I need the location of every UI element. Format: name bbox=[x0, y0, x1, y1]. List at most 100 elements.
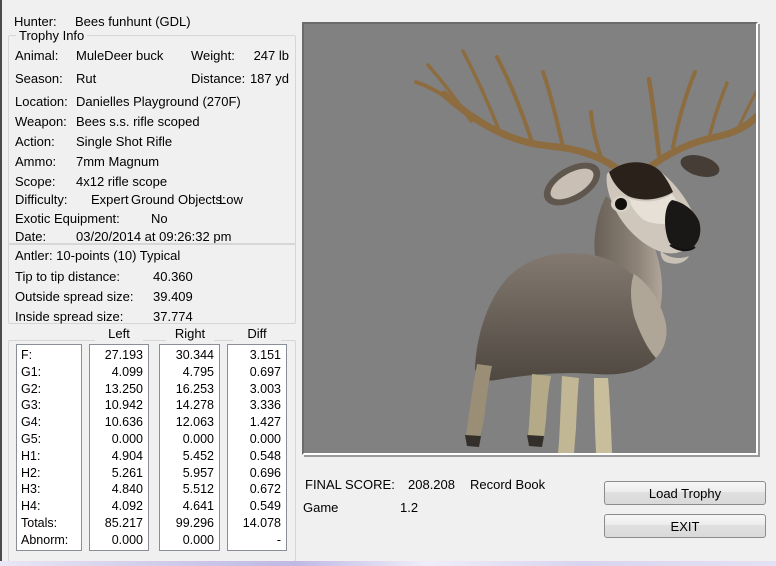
weight-value: 247 lb bbox=[239, 48, 289, 63]
measurement-cell-right: 4.795 bbox=[160, 364, 219, 381]
difficulty-label: Difficulty: bbox=[15, 192, 68, 207]
record-book-badge: Record Book bbox=[470, 477, 545, 492]
animal-value: MuleDeer buck bbox=[76, 48, 163, 63]
measurement-cell-right: 12.063 bbox=[160, 414, 219, 431]
animal-label: Animal: bbox=[15, 48, 58, 63]
measurement-cell-label: G5: bbox=[17, 431, 81, 448]
ammo-value: 7mm Magnum bbox=[76, 154, 159, 169]
date-value: 03/20/2014 at 09:26:32 pm bbox=[76, 229, 231, 244]
trophy-info-title: Trophy Info bbox=[16, 28, 87, 43]
hunter-value: Bees funhunt (GDL) bbox=[75, 14, 191, 29]
trophy-window: Hunter: Bees funhunt (GDL) Trophy Info A… bbox=[0, 0, 776, 566]
measurement-cell-diff: - bbox=[228, 532, 286, 549]
measurement-cell-diff: 0.697 bbox=[228, 364, 286, 381]
measurement-cell-right: 4.641 bbox=[160, 498, 219, 515]
difficulty-value: Expert bbox=[91, 192, 129, 207]
measurement-cell-diff: 14.078 bbox=[228, 515, 286, 532]
antler-summary: Antler: 10-points (10) Typical bbox=[15, 248, 180, 263]
measurement-cell-right: 5.512 bbox=[160, 481, 219, 498]
measurement-cell-label: G3: bbox=[17, 397, 81, 414]
measurement-cell-label: Abnorm: bbox=[17, 532, 81, 549]
measurement-cell-label: F: bbox=[17, 347, 81, 364]
measurement-cell-right: 99.296 bbox=[160, 515, 219, 532]
column-header-left: Left bbox=[95, 326, 143, 341]
measurement-cell-diff: 1.427 bbox=[228, 414, 286, 431]
measurement-cell-left: 0.000 bbox=[90, 532, 148, 549]
ammo-label: Ammo: bbox=[15, 154, 56, 169]
measurement-cell-right: 14.278 bbox=[160, 397, 219, 414]
tip-to-tip-value: 40.360 bbox=[153, 269, 193, 284]
measurement-right-listbox[interactable]: 30.3444.79516.25314.27812.0630.0005.4525… bbox=[159, 344, 220, 551]
measurement-diff-listbox[interactable]: 3.1510.6973.0033.3361.4270.0000.5480.696… bbox=[227, 344, 287, 551]
deer-render bbox=[304, 24, 756, 453]
load-trophy-button[interactable]: Load Trophy bbox=[604, 481, 766, 505]
column-header-right: Right bbox=[166, 326, 214, 341]
measurement-cell-left: 27.193 bbox=[90, 347, 148, 364]
ground-objects-label: Ground Objects: bbox=[131, 192, 226, 207]
date-label: Date: bbox=[15, 229, 46, 244]
scope-value: 4x12 rifle scope bbox=[76, 174, 167, 189]
game-version-value: 1.2 bbox=[400, 500, 418, 515]
trophy-render-panel bbox=[302, 22, 758, 455]
measurement-cell-diff: 3.151 bbox=[228, 347, 286, 364]
measurement-cell-left: 4.904 bbox=[90, 448, 148, 465]
measurement-cell-diff: 0.696 bbox=[228, 465, 286, 482]
measurement-cell-diff: 0.549 bbox=[228, 498, 286, 515]
action-value: Single Shot Rifle bbox=[76, 134, 172, 149]
inside-spread-value: 37.774 bbox=[153, 309, 193, 324]
measurement-cell-label: G1: bbox=[17, 364, 81, 381]
game-label: Game bbox=[303, 500, 338, 515]
measurement-cell-diff: 0.672 bbox=[228, 481, 286, 498]
measurement-cell-label: Totals: bbox=[17, 515, 81, 532]
measurement-cell-label: G2: bbox=[17, 381, 81, 398]
tip-to-tip-label: Tip to tip distance: bbox=[15, 269, 120, 284]
distance-value: 187 yd bbox=[239, 71, 289, 86]
inside-spread-label: Inside spread size: bbox=[15, 309, 123, 324]
measurement-cell-diff: 0.548 bbox=[228, 448, 286, 465]
window-left-border bbox=[0, 0, 2, 566]
measurement-cell-label: H2: bbox=[17, 465, 81, 482]
measurement-cell-label: H3: bbox=[17, 481, 81, 498]
measurement-cell-left: 4.092 bbox=[90, 498, 148, 515]
measurement-cell-left: 10.942 bbox=[90, 397, 148, 414]
measurement-cell-label: H1: bbox=[17, 448, 81, 465]
exotic-equipment-value: No bbox=[151, 211, 168, 226]
measurement-left-listbox[interactable]: 27.1934.09913.25010.94210.6360.0004.9045… bbox=[89, 344, 149, 551]
measurement-cell-diff: 3.336 bbox=[228, 397, 286, 414]
season-value: Rut bbox=[76, 71, 96, 86]
measurement-cell-right: 30.344 bbox=[160, 347, 219, 364]
measurement-cell-left: 4.099 bbox=[90, 364, 148, 381]
weapon-label: Weapon: bbox=[15, 114, 67, 129]
measurement-cell-label: H4: bbox=[17, 498, 81, 515]
exotic-equipment-label: Exotic Equipment: bbox=[15, 211, 120, 226]
measurement-cell-left: 5.261 bbox=[90, 465, 148, 482]
measurement-cell-right: 5.452 bbox=[160, 448, 219, 465]
measurement-cell-left: 85.217 bbox=[90, 515, 148, 532]
distance-label: Distance: bbox=[191, 71, 245, 86]
outside-spread-value: 39.409 bbox=[153, 289, 193, 304]
window-bottom-border bbox=[0, 561, 776, 566]
hunter-label: Hunter: bbox=[14, 14, 57, 29]
measurement-cell-left: 13.250 bbox=[90, 381, 148, 398]
weapon-value: Bees s.s. rifle scoped bbox=[76, 114, 200, 129]
measurement-cell-right: 0.000 bbox=[160, 532, 219, 549]
outside-spread-label: Outside spread size: bbox=[15, 289, 134, 304]
measurement-cell-left: 4.840 bbox=[90, 481, 148, 498]
scope-label: Scope: bbox=[15, 174, 55, 189]
location-label: Location: bbox=[15, 94, 68, 109]
trophy-info-groupbox: Trophy Info Animal: MuleDeer buck Weight… bbox=[8, 35, 296, 245]
location-value: Danielles Playground (270F) bbox=[76, 94, 241, 109]
measurement-cell-diff: 0.000 bbox=[228, 431, 286, 448]
measurement-cell-right: 16.253 bbox=[160, 381, 219, 398]
measurement-cell-diff: 3.003 bbox=[228, 381, 286, 398]
antler-summary-box: Antler: 10-points (10) Typical Tip to ti… bbox=[8, 243, 296, 324]
measurement-labels-listbox[interactable]: F:G1:G2:G3:G4:G5:H1:H2:H3:H4:Totals:Abno… bbox=[16, 344, 82, 551]
ground-objects-value: Low bbox=[219, 192, 243, 207]
final-score-label: FINAL SCORE: bbox=[305, 477, 395, 492]
measurement-cell-right: 5.957 bbox=[160, 465, 219, 482]
action-label: Action: bbox=[15, 134, 55, 149]
exit-button[interactable]: EXIT bbox=[604, 514, 766, 538]
measurement-cell-label: G4: bbox=[17, 414, 81, 431]
season-label: Season: bbox=[15, 71, 63, 86]
weight-label: Weight: bbox=[191, 48, 235, 63]
